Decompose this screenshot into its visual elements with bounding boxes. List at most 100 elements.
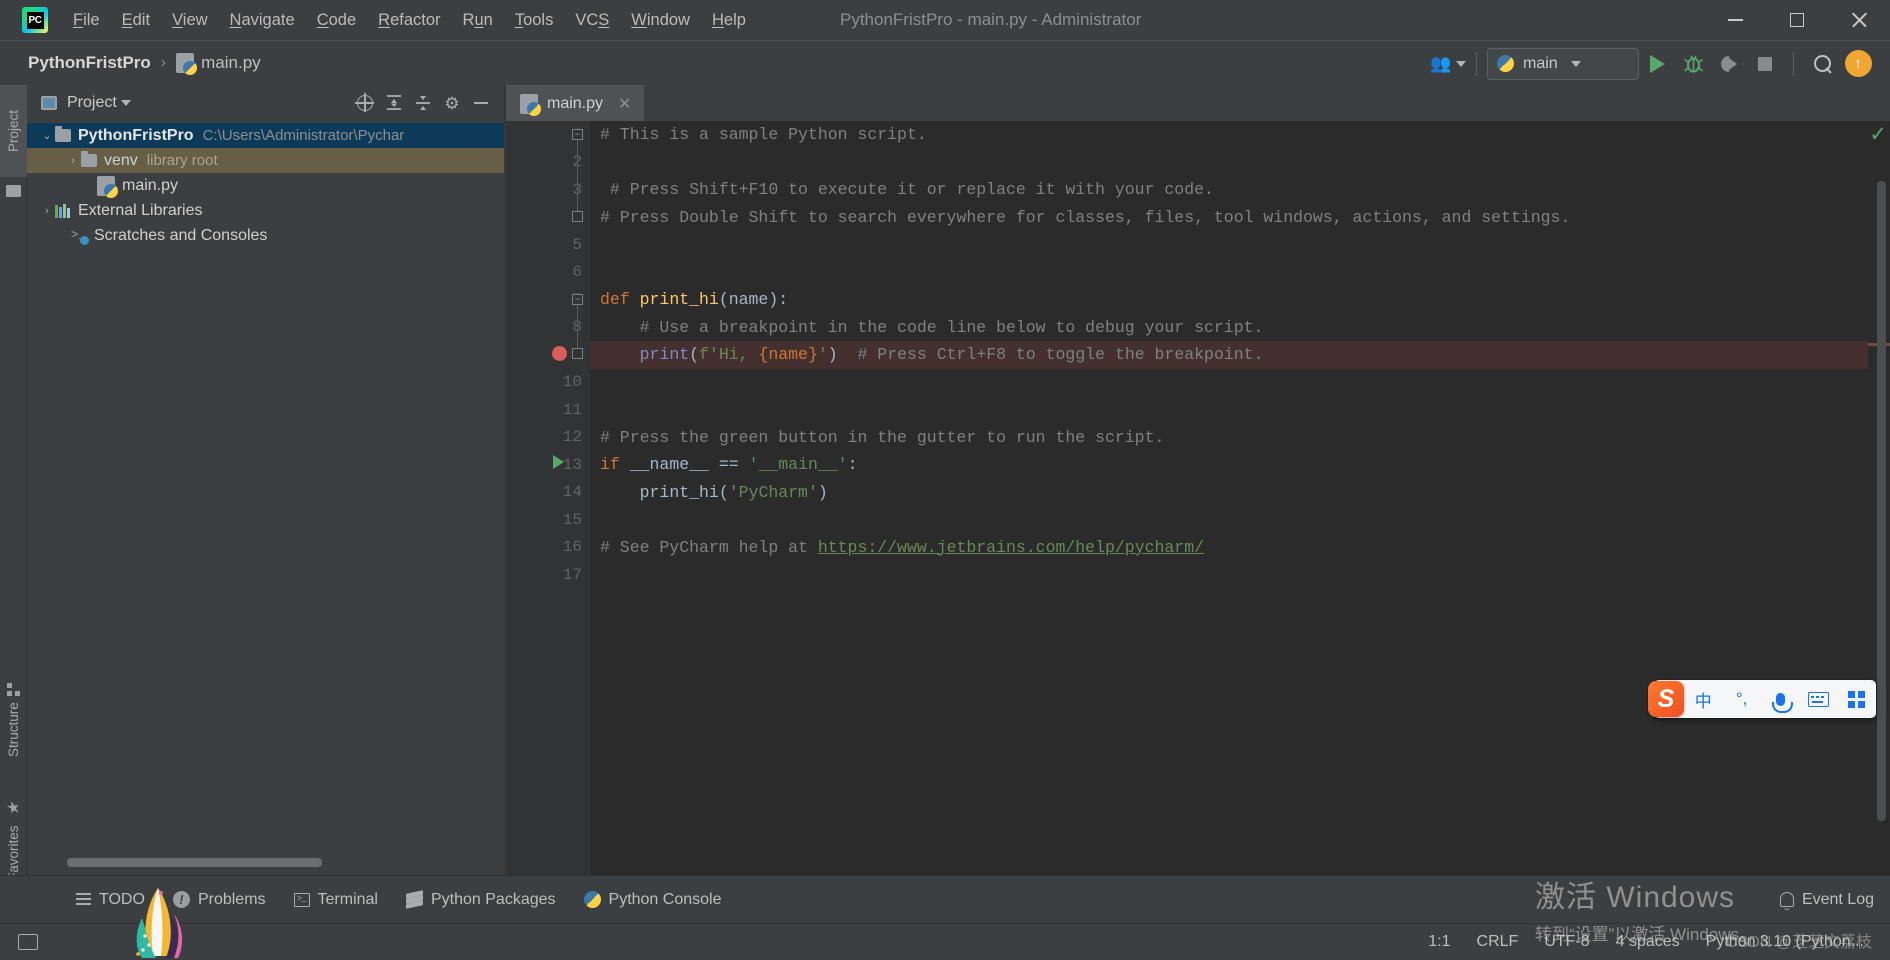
update-button[interactable]: ↑ <box>1840 46 1876 82</box>
menu-item-edit[interactable]: Edit <box>111 8 161 33</box>
code-token: {name} <box>758 345 818 364</box>
ime-mode-button[interactable]: 中 <box>1684 680 1722 718</box>
settings-button[interactable]: ⚙ <box>439 90 465 116</box>
caret-position[interactable]: 1:1 <box>1428 933 1450 951</box>
collapse-all-button[interactable] <box>410 90 436 116</box>
code-token: def <box>600 290 640 309</box>
close-tab-icon[interactable]: ✕ <box>618 94 631 114</box>
run-button[interactable] <box>1639 46 1675 82</box>
inspection-ok-icon[interactable]: ✓ <box>1869 124 1887 145</box>
maximize-button[interactable] <box>1766 0 1828 40</box>
chevron-right-icon[interactable]: › <box>65 155 81 167</box>
toolwindow-problems[interactable]: ! Problems <box>159 886 280 914</box>
run-configuration-selector[interactable]: main <box>1487 47 1639 80</box>
debug-bug-icon <box>1683 55 1703 73</box>
debug-button[interactable] <box>1675 46 1711 82</box>
code-content[interactable]: # This is a sample Python script. # Pres… <box>590 121 1890 875</box>
menu-item-vcs[interactable]: VCS <box>564 8 620 33</box>
line-number: 5 <box>572 235 582 254</box>
menu-item-code[interactable]: Code <box>306 8 367 33</box>
code-line-16: # See PyCharm help at https://www.jetbra… <box>590 534 1890 562</box>
menu-item-run[interactable]: Run <box>452 8 504 33</box>
tree-item-venv[interactable]: › venv library root <box>27 148 504 173</box>
fold-end-marker-icon[interactable] <box>572 348 583 359</box>
tree-item-scratches[interactable]: >_ Scratches and Consoles <box>27 223 504 248</box>
chevron-down-icon <box>1455 60 1466 67</box>
chevron-down-icon[interactable]: ⌄ <box>39 129 55 142</box>
code-editor[interactable]: 1 2 3 4 5 6 7 8 9 10 11 12 13 14 15 16 1… <box>506 121 1890 875</box>
menu-item-refactor[interactable]: Refactor <box>367 8 451 33</box>
ime-punctuation-button[interactable]: °, <box>1722 680 1760 718</box>
stop-button[interactable] <box>1747 46 1783 82</box>
inspection-gutter[interactable]: ✓ <box>1868 121 1890 875</box>
project-horizontal-scrollbar[interactable] <box>67 858 497 867</box>
expand-all-button[interactable] <box>381 90 407 116</box>
scrollbar-thumb[interactable] <box>1877 181 1886 821</box>
people-icon[interactable]: 👥 <box>1430 46 1466 82</box>
menu-item-file[interactable]: File <box>62 8 111 33</box>
line-number: 15 <box>562 510 582 529</box>
fold-marker-icon[interactable]: − <box>572 294 583 305</box>
indent-setting[interactable]: 4 spaces <box>1616 933 1680 951</box>
editor-gutter[interactable]: 1 2 3 4 5 6 7 8 9 10 11 12 13 14 15 16 1… <box>506 121 590 875</box>
project-panel-title: Project <box>67 94 117 111</box>
ime-apps-button[interactable] <box>1838 680 1876 718</box>
toolwindow-terminal[interactable]: >_ Terminal <box>280 886 392 914</box>
sidebar-item-project[interactable]: Project <box>0 85 27 177</box>
star-icon: ★ <box>4 801 23 819</box>
search-everywhere-button[interactable] <box>1804 46 1840 82</box>
run-with-coverage-button[interactable] <box>1711 46 1747 82</box>
code-line-8: # Use a breakpoint in the code line belo… <box>590 314 1890 342</box>
chevron-down-icon[interactable] <box>120 100 131 106</box>
sogou-logo-icon[interactable]: S <box>1648 681 1684 717</box>
breadcrumb-project[interactable]: PythonFristPro <box>28 53 151 73</box>
menu-item-window[interactable]: Window <box>620 8 701 33</box>
breadcrumb-file[interactable]: main.py <box>201 53 261 73</box>
file-encoding[interactable]: UTF-8 <box>1544 933 1589 951</box>
menu-item-navigate[interactable]: Navigate <box>219 8 306 33</box>
menu-item-view[interactable]: View <box>161 8 218 33</box>
layout-icon[interactable] <box>18 934 38 950</box>
line-number: 17 <box>562 565 582 584</box>
event-log-button[interactable]: Event Log <box>1779 891 1874 910</box>
fold-marker-icon[interactable]: − <box>572 129 583 140</box>
fold-end-marker-icon[interactable] <box>572 211 583 222</box>
editor-vertical-scrollbar[interactable] <box>1877 181 1886 861</box>
editor-tab-main-py[interactable]: main.py ✕ <box>506 85 645 121</box>
menu-item-help[interactable]: Help <box>701 8 757 33</box>
scrollbar-thumb[interactable] <box>67 858 322 867</box>
code-line-3: # Press Shift+F10 to execute it or repla… <box>590 176 1890 204</box>
ime-keyboard-button[interactable] <box>1799 680 1837 718</box>
tree-item-label: main.py <box>122 176 179 194</box>
toolwindow-label: Python Console <box>608 890 722 908</box>
close-button[interactable] <box>1828 0 1890 40</box>
ime-voice-button[interactable] <box>1761 680 1799 718</box>
toolbar-divider <box>1476 51 1477 76</box>
python-interpreter[interactable]: Python 3.10 (Python... <box>1706 933 1864 951</box>
menu-item-tools[interactable]: Tools <box>504 8 565 33</box>
toolwindow-label: Terminal <box>317 890 378 908</box>
tree-item-project-root[interactable]: ⌄ PythonFristPro C:\Users\Administrator\… <box>27 123 504 148</box>
breakpoint-icon[interactable] <box>552 346 567 361</box>
line-separator[interactable]: CRLF <box>1477 933 1519 951</box>
hide-panel-button[interactable] <box>468 90 494 116</box>
minimize-button[interactable] <box>1704 0 1766 40</box>
toolwindow-todo[interactable]: TODO <box>62 886 159 914</box>
tree-item-external-libraries[interactable]: › External Libraries <box>27 198 504 223</box>
editor-tab-strip: main.py ✕ <box>506 85 1890 121</box>
sogou-ime-toolbar[interactable]: S 中 °, <box>1648 680 1876 718</box>
update-arrow-icon: ↑ <box>1844 50 1872 77</box>
toolwindow-python-console[interactable]: Python Console <box>570 886 736 914</box>
chevron-right-icon[interactable]: › <box>39 205 55 217</box>
code-token: print_hi <box>639 482 719 502</box>
tree-item-main-py[interactable]: main.py <box>27 173 504 198</box>
toolwindow-python-packages[interactable]: Python Packages <box>392 886 570 914</box>
documentation-link[interactable]: https://www.jetbrains.com/help/pycharm/ <box>818 538 1204 557</box>
chevron-down-icon <box>1570 60 1581 67</box>
select-opened-file-button[interactable] <box>352 90 378 116</box>
sidebar-item-structure[interactable]: Structure <box>0 665 27 775</box>
code-token: 'PyCharm' <box>728 482 818 502</box>
gutter-run-icon[interactable] <box>553 455 564 469</box>
